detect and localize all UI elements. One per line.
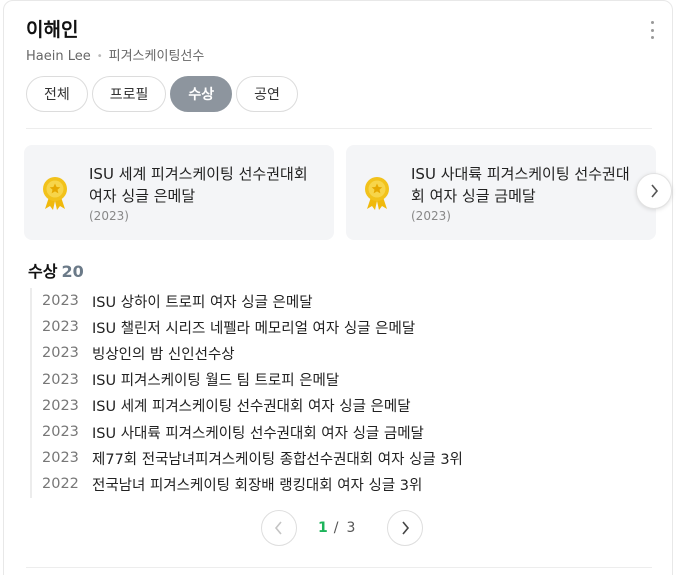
award-title[interactable]: ISU 상하이 트로피 여자 싱글 은메달 bbox=[92, 291, 313, 312]
occupation: 피겨스케이팅선수 bbox=[108, 49, 205, 64]
list-item: 2023 ISU 챌린저 시리즈 네펠라 메모리얼 여자 싱글 은메달 bbox=[32, 314, 463, 340]
next-page-button[interactable] bbox=[387, 510, 423, 546]
tab-all[interactable]: 전체 bbox=[26, 76, 88, 112]
awards-count: 20 bbox=[61, 262, 84, 281]
award-title[interactable]: 제77회 전국남녀피겨스케이팅 종합선수권대회 여자 싱글 3위 bbox=[92, 448, 463, 469]
tab-profile[interactable]: 프로필 bbox=[91, 76, 167, 112]
list-item: 2023 ISU 상하이 트로피 여자 싱글 은메달 bbox=[32, 288, 463, 314]
page-separator: / bbox=[333, 520, 339, 536]
award-title[interactable]: 빙상인의 밤 신인선수상 bbox=[92, 343, 235, 364]
list-item: 2023 ISU 피겨스케이팅 월드 팀 트로피 은메달 bbox=[32, 367, 463, 393]
divider bbox=[26, 567, 652, 568]
featured-award-card[interactable]: ISU 세계 피겨스케이팅 선수권대회 여자 싱글 은메달 (2023) bbox=[24, 145, 334, 240]
medal-icon bbox=[43, 177, 67, 210]
total-pages: 3 bbox=[346, 520, 356, 536]
chevron-right-icon bbox=[651, 184, 659, 198]
award-title[interactable]: ISU 세계 피겨스케이팅 선수권대회 여자 싱글 은메달 bbox=[92, 395, 411, 416]
chevron-left-icon bbox=[274, 521, 282, 535]
award-year: 2023 bbox=[42, 397, 79, 414]
more-options-icon[interactable] bbox=[648, 21, 656, 39]
list-item: 2023 ISU 세계 피겨스케이팅 선수권대회 여자 싱글 은메달 bbox=[32, 393, 463, 419]
profile-name[interactable]: 이해인 bbox=[26, 15, 78, 42]
profile-subline: Haein Lee • 피겨스케이팅선수 bbox=[26, 45, 204, 64]
awards-list: 2023 ISU 상하이 트로피 여자 싱글 은메달 2023 ISU 챌린저 시리… bbox=[30, 288, 463, 498]
award-year: 2023 bbox=[42, 319, 79, 336]
english-name: Haein Lee bbox=[26, 49, 91, 64]
award-year: 2023 bbox=[42, 293, 79, 310]
award-year: 2023 bbox=[42, 450, 79, 467]
prev-page-button[interactable] bbox=[261, 510, 297, 546]
award-title[interactable]: ISU 사대륙 피겨스케이팅 선수권대회 여자 싱글 금메달 bbox=[92, 422, 424, 443]
list-item: 2022 전국남녀 피겨스케이팅 회장배 랭킹대회 여자 싱글 3위 bbox=[32, 471, 463, 497]
award-title[interactable]: ISU 피겨스케이팅 월드 팀 트로피 은메달 bbox=[92, 369, 339, 390]
tab-awards[interactable]: 수상 bbox=[170, 76, 233, 112]
divider bbox=[26, 128, 652, 129]
page-indicator: 1 / 3 bbox=[318, 520, 355, 536]
chevron-right-icon bbox=[402, 521, 410, 535]
awards-section-title: 수상 20 bbox=[28, 258, 84, 282]
award-title[interactable]: 전국남녀 피겨스케이팅 회장배 랭킹대회 여자 싱글 3위 bbox=[92, 474, 422, 495]
featured-award-title: ISU 세계 피겨스케이팅 선수권대회 여자 싱글 은메달 bbox=[89, 165, 308, 205]
separator-dot: • bbox=[96, 51, 103, 62]
featured-award-year: (2023) bbox=[89, 209, 129, 223]
awards-heading: 수상 bbox=[28, 262, 58, 281]
list-item: 2023 빙상인의 밤 신인선수상 bbox=[32, 340, 463, 366]
tab-performance[interactable]: 공연 bbox=[236, 76, 298, 112]
award-year: 2023 bbox=[42, 424, 79, 441]
profile-card: 이해인 Haein Lee • 피겨스케이팅선수 전체 프로필 수상 공연 ISU … bbox=[3, 0, 673, 575]
tab-bar: 전체 프로필 수상 공연 bbox=[26, 76, 298, 112]
current-page: 1 bbox=[318, 520, 328, 536]
list-item: 2023 ISU 사대륙 피겨스케이팅 선수권대회 여자 싱글 금메달 bbox=[32, 419, 463, 445]
award-year: 2023 bbox=[42, 345, 79, 362]
medal-icon bbox=[365, 177, 389, 210]
featured-award-card[interactable]: ISU 사대륙 피겨스케이팅 선수권대회 여자 싱글 금메달 (2023) bbox=[346, 145, 656, 240]
carousel-next-button[interactable] bbox=[636, 173, 672, 209]
featured-award-title: ISU 사대륙 피겨스케이팅 선수권대회 여자 싱글 금메달 bbox=[411, 165, 630, 205]
list-item: 2023 제77회 전국남녀피겨스케이팅 종합선수권대회 여자 싱글 3위 bbox=[32, 445, 463, 471]
featured-award-year: (2023) bbox=[411, 209, 451, 223]
award-year: 2022 bbox=[42, 476, 79, 493]
award-year: 2023 bbox=[42, 371, 79, 388]
award-title[interactable]: ISU 챌린저 시리즈 네펠라 메모리얼 여자 싱글 은메달 bbox=[92, 317, 415, 338]
pagination: 1 / 3 bbox=[261, 510, 423, 546]
